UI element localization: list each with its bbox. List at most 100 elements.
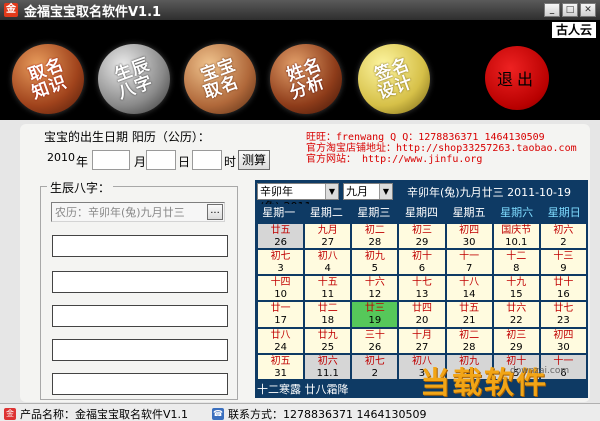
- calendar-day[interactable]: 廿四 20: [399, 302, 445, 327]
- solar-day-label: 29: [415, 237, 429, 248]
- solar-day-label: 10.1: [505, 237, 528, 248]
- solar-day-label: 18: [321, 315, 335, 327]
- calendar-day[interactable]: 十月 27: [399, 328, 445, 353]
- calendar-day[interactable]: 十八 14: [446, 276, 492, 301]
- solar-day-label: 31: [274, 367, 287, 379]
- close-button[interactable]: ✕: [580, 3, 596, 17]
- solar-day-label: 7: [465, 263, 473, 275]
- calendar-day[interactable]: 初三 29: [399, 224, 445, 249]
- calendar-day[interactable]: 廿七 23: [540, 302, 586, 327]
- minimize-button[interactable]: _: [544, 3, 560, 17]
- status-product-label: 产品名称：金福宝宝取名软件V1.1: [20, 408, 189, 421]
- main-panel: 宝宝的出生日期 阳历（公历）： 2010 年 月 日 时 测算 旺旺：frenw…: [0, 120, 600, 403]
- calendar-day[interactable]: 初七 3: [258, 250, 304, 275]
- calculate-button[interactable]: 测算: [238, 150, 270, 170]
- bazi-button[interactable]: 生辰 八字: [98, 44, 170, 114]
- calendar-day[interactable]: 廿五 26: [258, 224, 304, 249]
- calendar-day[interactable]: 廿十 16: [540, 276, 586, 301]
- solar-day-label: 21: [462, 315, 476, 327]
- calendar-day[interactable]: 初四 30: [540, 328, 586, 353]
- lunar-day-label: 初八: [317, 251, 338, 263]
- calendar-day[interactable]: 十三 9: [540, 250, 586, 275]
- solar-day-label: 17: [274, 315, 287, 327]
- exit-button[interactable]: 退出: [485, 46, 549, 110]
- calendar-day[interactable]: 廿六 22: [493, 302, 539, 327]
- day-input[interactable]: [146, 150, 176, 170]
- calendar-day[interactable]: 廿八 24: [258, 328, 304, 353]
- bazi-result-box: [52, 305, 228, 327]
- calendar-day[interactable]: 初十 6: [399, 250, 445, 275]
- calendar-current-date: 辛卯年(兔)九月廿三 2011-10-19: [407, 186, 572, 199]
- contact-icon: ☎: [212, 408, 224, 420]
- month-input[interactable]: [92, 150, 130, 170]
- lunar-day-label: 十五: [317, 277, 338, 289]
- scrolling-ticker: 古人云: [551, 22, 596, 38]
- calendar-day[interactable]: 十六 12: [352, 276, 398, 301]
- chevron-down-icon: ▼: [325, 184, 338, 199]
- lunar-day-label: 初七: [364, 355, 385, 367]
- calendar-day[interactable]: 国庆节 10.1: [493, 224, 539, 249]
- lunar-day-label: 国庆节: [501, 225, 532, 236]
- calendar-day[interactable]: 初六 11.1: [305, 354, 351, 379]
- bazi-result-box: [52, 339, 228, 361]
- calendar-day[interactable]: 九月 27: [305, 224, 351, 249]
- calendar-day[interactable]: 三十 26: [352, 328, 398, 353]
- calendar-day[interactable]: 初七 2: [352, 354, 398, 379]
- solar-day-label: 12: [368, 289, 382, 301]
- solar-day-label: 27: [415, 341, 429, 353]
- calendar-day[interactable]: 廿一 17: [258, 302, 304, 327]
- calendar-day[interactable]: 十九 15: [493, 276, 539, 301]
- bazi-result-box: [52, 235, 228, 257]
- solar-day-label: 11.1: [316, 367, 339, 379]
- calendar-day[interactable]: 廿二 18: [305, 302, 351, 327]
- calendar-day[interactable]: 初三 29: [493, 328, 539, 353]
- lunar-day-label: 廿十: [553, 277, 574, 289]
- year-input[interactable]: 2010: [44, 150, 76, 170]
- browse-button[interactable]: ...: [207, 204, 223, 220]
- year-unit: 年: [76, 155, 89, 169]
- contact-taobao-link[interactable]: 官方淘宝店铺地址：http://shop33257263.taobao.com: [306, 143, 577, 154]
- maximize-button[interactable]: □: [562, 3, 578, 17]
- calendar-day[interactable]: 十一 7: [446, 250, 492, 275]
- weekday-label: 星期四: [404, 206, 438, 219]
- lunar-day-label: 初四: [553, 329, 574, 341]
- contact-website-link[interactable]: 官方网站： http://www.jinfu.org: [306, 154, 577, 165]
- calendar-day[interactable]: 十七 13: [399, 276, 445, 301]
- solar-day-label: 9: [560, 263, 567, 275]
- calendar-day[interactable]: 初九 5: [352, 250, 398, 275]
- signature-design-button[interactable]: 签名 设计: [358, 44, 430, 114]
- solar-day-label: 19: [368, 315, 382, 327]
- calendar-day[interactable]: 初八 4: [305, 250, 351, 275]
- calendar-day[interactable]: 十五 11: [305, 276, 351, 301]
- baby-naming-button[interactable]: 宝宝 取名: [184, 44, 256, 114]
- lunar-day-label: 初九: [364, 251, 385, 263]
- calendar-day[interactable]: 初二 28: [352, 224, 398, 249]
- year-select[interactable]: 辛卯年(兔)-2011 ▼: [257, 183, 339, 213]
- calendar-day[interactable]: 初二 28: [446, 328, 492, 353]
- lunar-day-label: 廿五: [459, 303, 480, 315]
- chevron-down-icon: ▼: [379, 184, 392, 199]
- solar-day-label: 20: [415, 315, 429, 327]
- calendar-day[interactable]: 廿五 21: [446, 302, 492, 327]
- solar-day-label: 26: [274, 237, 287, 248]
- lunar-day-label: 初三: [506, 329, 527, 341]
- naming-knowledge-button[interactable]: 取名 知识: [12, 44, 84, 114]
- lunar-day-label: 初六: [317, 355, 338, 367]
- calendar-day[interactable]: 廿九 25: [305, 328, 351, 353]
- weekday-label: 星期二: [309, 206, 343, 219]
- month-select[interactable]: 九月 ▼: [343, 183, 393, 200]
- lunar-day-label: 初二: [364, 225, 385, 236]
- hour-input[interactable]: [192, 150, 222, 170]
- calendar-day-selected[interactable]: 廿三 19: [352, 302, 398, 327]
- hour-unit: 时: [224, 155, 237, 169]
- calendar-header: 辛卯年(兔)-2011 ▼ 九月 ▼ 辛卯年(兔)九月廿三 2011-10-19: [255, 180, 588, 213]
- calendar-day[interactable]: 十二 8: [493, 250, 539, 275]
- solar-day-label: 27: [321, 237, 335, 248]
- calendar-day[interactable]: 初四 30: [446, 224, 492, 249]
- calendar-day[interactable]: 初五 31: [258, 354, 304, 379]
- calendar-day[interactable]: 十四 10: [258, 276, 304, 301]
- lunar-day-label: 三十: [364, 329, 385, 341]
- lunar-day-label: 十四: [270, 277, 291, 289]
- calendar-day[interactable]: 初六 2: [540, 224, 586, 249]
- name-analysis-button[interactable]: 姓名 分析: [270, 44, 342, 114]
